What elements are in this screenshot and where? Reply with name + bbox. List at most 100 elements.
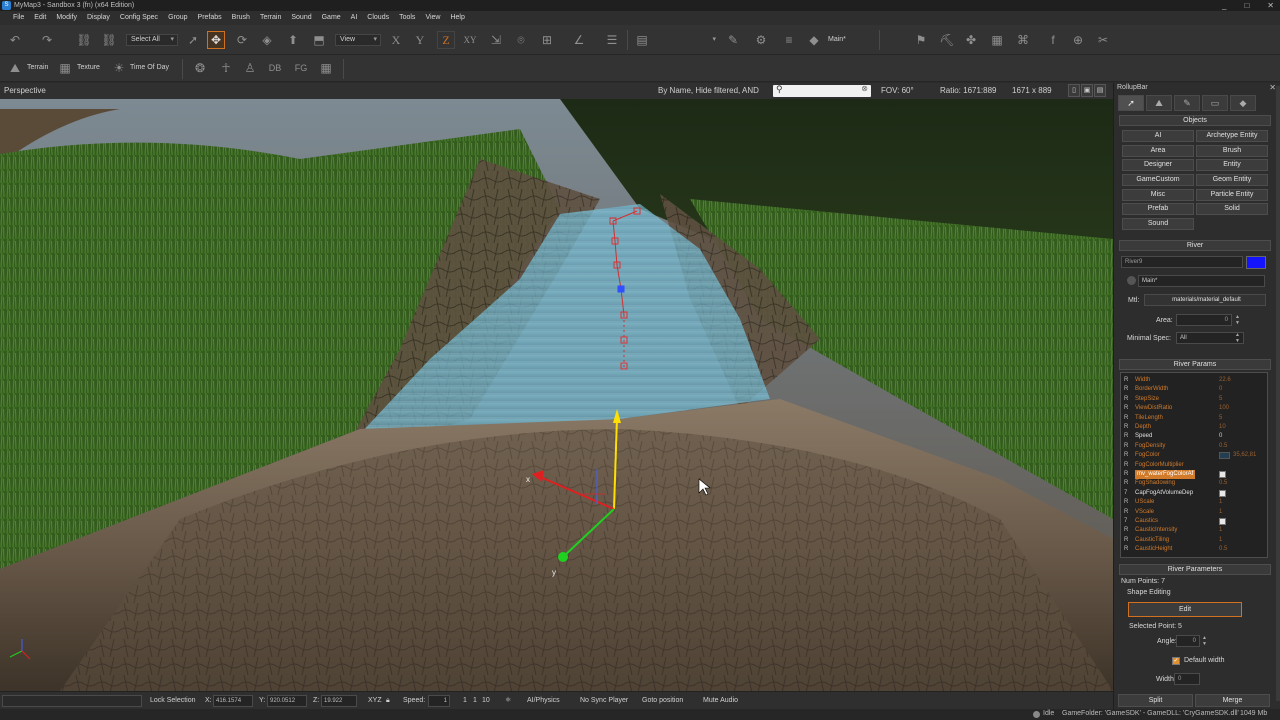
- camera-icon[interactable]: ⌾: [512, 31, 530, 49]
- river-color-swatch[interactable]: [1246, 256, 1266, 269]
- param-value[interactable]: 0: [1219, 385, 1222, 394]
- texture-icon[interactable]: ▦: [56, 59, 74, 77]
- tab-objects[interactable]: ➚: [1118, 95, 1144, 111]
- rotate-tool-icon[interactable]: ⟳: [233, 31, 251, 49]
- area-spinner[interactable]: ▲ ▼: [1234, 314, 1241, 326]
- param-row[interactable]: R StepSize 5: [1121, 395, 1267, 404]
- angle-snap-icon[interactable]: ∠: [570, 31, 588, 49]
- facebook-icon[interactable]: f: [1044, 31, 1062, 49]
- close-button[interactable]: ✕: [1267, 0, 1274, 11]
- time-of-day-button[interactable]: Time Of Day: [130, 62, 169, 74]
- object-geom-entity-button[interactable]: Geom Entity: [1196, 174, 1268, 186]
- param-row[interactable]: R Depth 10: [1121, 423, 1267, 432]
- grid-tool-icon[interactable]: ▦: [317, 59, 335, 77]
- axis-x-button[interactable]: X: [387, 31, 405, 49]
- param-checkbox[interactable]: [1219, 518, 1226, 525]
- flowgraph-button[interactable]: FG: [292, 59, 310, 77]
- globe-icon[interactable]: ❂: [191, 59, 209, 77]
- layer-field[interactable]: Main*: [1138, 275, 1265, 287]
- viewport-perspective-label[interactable]: Perspective: [4, 86, 46, 95]
- param-value[interactable]: 1: [1219, 498, 1222, 507]
- speed-option-2[interactable]: 1: [473, 695, 477, 707]
- param-row[interactable]: R FogColorMultiplier: [1121, 461, 1267, 470]
- param-value[interactable]: 1: [1219, 536, 1222, 545]
- xyz-toggle-button[interactable]: XYZ: [368, 695, 382, 707]
- close-icon[interactable]: ✕: [1269, 83, 1276, 92]
- menu-file[interactable]: File: [8, 11, 29, 25]
- default-width-checkbox[interactable]: ✓: [1172, 657, 1180, 665]
- menu-group[interactable]: Group: [163, 11, 192, 25]
- character-icon[interactable]: ☥: [217, 59, 235, 77]
- param-row[interactable]: R CausticTiling 1: [1121, 536, 1267, 545]
- tab-terrain[interactable]: ⛰: [1146, 95, 1172, 111]
- undo-icon[interactable]: ↶: [6, 31, 24, 49]
- param-value[interactable]: 1: [1219, 526, 1222, 535]
- width-field[interactable]: 0: [1174, 673, 1200, 685]
- viewport-filter-text[interactable]: By Name, Hide filtered, AND: [658, 86, 759, 95]
- param-row[interactable]: R Speed 0: [1121, 432, 1267, 441]
- menu-clouds[interactable]: Clouds: [362, 11, 394, 25]
- texture-button[interactable]: Texture: [77, 62, 100, 74]
- select-arrow-icon[interactable]: ➚: [184, 31, 202, 49]
- rollup-scrollbar[interactable]: [1276, 86, 1280, 701]
- param-row[interactable]: R Width 22.6: [1121, 376, 1267, 385]
- menu-help[interactable]: Help: [445, 11, 469, 25]
- menu-display[interactable]: Display: [82, 11, 115, 25]
- ai-physics-button[interactable]: AI/Physics: [527, 695, 560, 707]
- object-entity-button[interactable]: Entity: [1196, 159, 1268, 171]
- viewport-layout-icon[interactable]: ▤: [1094, 84, 1106, 97]
- object-sound-button[interactable]: Sound: [1122, 218, 1194, 230]
- tool-g-icon[interactable]: ✂: [1094, 31, 1112, 49]
- param-row[interactable]: R CausticHeight 0.5: [1121, 545, 1267, 554]
- param-checkbox[interactable]: [1219, 471, 1226, 478]
- object-archetype-entity-button[interactable]: Archetype Entity: [1196, 130, 1268, 142]
- param-row[interactable]: R FogDensity 0.5: [1121, 442, 1267, 451]
- 3d-viewport[interactable]: x y: [0, 99, 1113, 691]
- object-particle-entity-button[interactable]: Particle Entity: [1196, 189, 1268, 201]
- river-params-list[interactable]: R Width 22.6 R BorderWidth 0 R StepSize 5 R ViewDi…: [1120, 372, 1268, 558]
- tool-f-icon[interactable]: ⊕: [1069, 31, 1087, 49]
- mute-audio-button[interactable]: Mute Audio: [703, 695, 738, 707]
- viewport-maximize-icon[interactable]: ▣: [1081, 84, 1093, 97]
- param-row[interactable]: R FogColor 35,62,81: [1121, 451, 1267, 460]
- param-value[interactable]: 22.6: [1219, 376, 1231, 385]
- param-value[interactable]: 0: [1219, 432, 1222, 441]
- object-prefab-button[interactable]: Prefab: [1122, 203, 1194, 215]
- param-value[interactable]: 10: [1219, 423, 1226, 432]
- merge-button[interactable]: Merge: [1195, 694, 1270, 707]
- river-parameters-header[interactable]: River Parameters: [1119, 564, 1271, 575]
- param-row[interactable]: R ViewDistRatio 100: [1121, 404, 1267, 413]
- axis-xy-button[interactable]: XY: [461, 31, 479, 49]
- object-designer-button[interactable]: Designer: [1122, 159, 1194, 171]
- param-value[interactable]: 0.5: [1219, 479, 1227, 488]
- menu-ai[interactable]: AI: [346, 11, 363, 25]
- river-header[interactable]: River: [1119, 240, 1271, 251]
- split-button[interactable]: Split: [1118, 694, 1193, 707]
- param-value[interactable]: 100: [1219, 404, 1229, 413]
- tool-c-icon[interactable]: ✤: [962, 31, 980, 49]
- tab-display[interactable]: ▭: [1202, 95, 1228, 111]
- align-icon[interactable]: ⇲: [487, 31, 505, 49]
- minimal-spec-spinner[interactable]: ▲ ▼: [1234, 332, 1241, 344]
- menu-modify[interactable]: Modify: [51, 11, 82, 25]
- layers-icon[interactable]: ◆: [805, 31, 823, 49]
- speed-field[interactable]: 1: [428, 695, 450, 707]
- clear-search-icon[interactable]: ⊗: [861, 84, 868, 93]
- param-row[interactable]: R BorderWidth 0: [1121, 385, 1267, 394]
- speed-option-1[interactable]: 1: [463, 695, 467, 707]
- goto-position-button[interactable]: Goto position: [642, 695, 683, 707]
- menu-edit[interactable]: Edit: [29, 11, 51, 25]
- ruler-icon[interactable]: ☰: [603, 31, 621, 49]
- param-row[interactable]: R CausticIntensity 1: [1121, 526, 1267, 535]
- lock-selection-button[interactable]: Lock Selection: [150, 695, 196, 707]
- param-row[interactable]: 7 CapFogAtVolumeDep: [1121, 489, 1267, 498]
- tool-a-icon[interactable]: ⚑: [912, 31, 930, 49]
- object-brush-button[interactable]: Brush: [1196, 145, 1268, 157]
- menu-view[interactable]: View: [420, 11, 445, 25]
- terrain-snap-icon[interactable]: ⬆: [284, 31, 302, 49]
- viewport-option-icon[interactable]: ▯: [1068, 84, 1080, 97]
- param-color-swatch[interactable]: [1219, 452, 1230, 460]
- resolution-readout[interactable]: 1671 x 889: [1012, 86, 1052, 95]
- layer-stack-icon[interactable]: ≡: [780, 31, 798, 49]
- param-value[interactable]: 1: [1219, 508, 1222, 517]
